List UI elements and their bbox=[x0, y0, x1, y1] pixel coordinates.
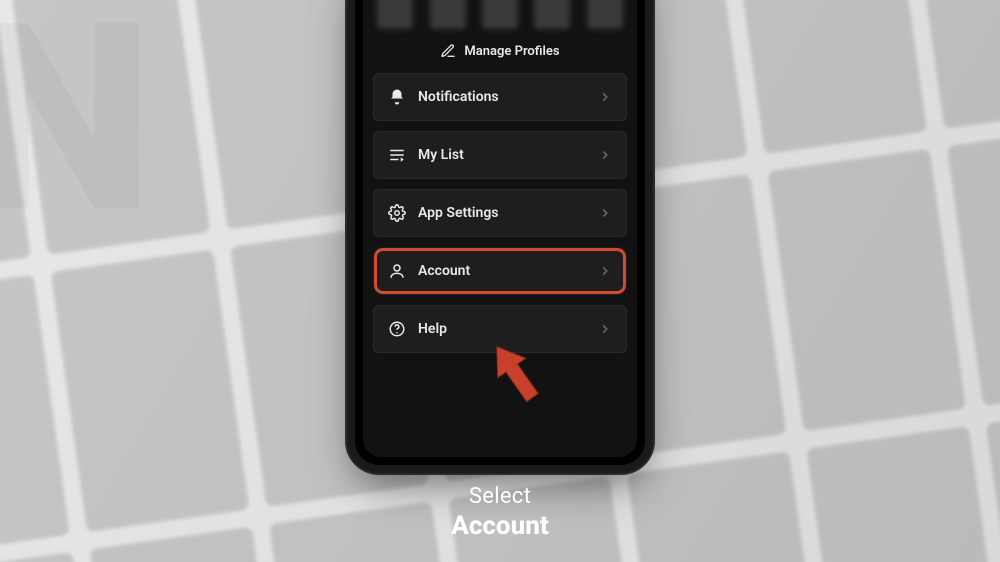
menu-item-account[interactable]: Account bbox=[373, 247, 627, 295]
manage-profiles-button[interactable]: Manage Profiles bbox=[363, 33, 637, 73]
phone-frame: Manage Profiles Notifications M bbox=[355, 0, 645, 465]
list-icon bbox=[388, 146, 406, 164]
menu-item-label: Account bbox=[418, 263, 470, 279]
menu-item-label: App Settings bbox=[418, 205, 499, 221]
chevron-right-icon bbox=[598, 148, 612, 162]
brand-n-watermark: N bbox=[0, 0, 153, 250]
menu-item-label: My List bbox=[418, 147, 464, 163]
bell-icon bbox=[388, 88, 406, 106]
tutorial-stage: N Manage Profiles Notifications bbox=[0, 0, 1000, 562]
chevron-right-icon bbox=[598, 90, 612, 104]
caption-line-1: Select bbox=[0, 484, 1000, 509]
chevron-right-icon bbox=[598, 322, 612, 336]
person-icon bbox=[388, 262, 406, 280]
phone-screen: Manage Profiles Notifications M bbox=[363, 0, 637, 457]
manage-profiles-label: Manage Profiles bbox=[464, 44, 559, 59]
menu-item-app-settings[interactable]: App Settings bbox=[373, 189, 627, 237]
profile-avatars-blurred bbox=[363, 0, 637, 33]
menu-item-my-list[interactable]: My List bbox=[373, 131, 627, 179]
chevron-right-icon bbox=[598, 206, 612, 220]
instruction-caption: Select Account bbox=[0, 484, 1000, 541]
caption-line-2: Account bbox=[0, 511, 1000, 541]
menu-item-notifications[interactable]: Notifications bbox=[373, 73, 627, 121]
help-icon bbox=[388, 320, 406, 338]
menu-item-help[interactable]: Help bbox=[373, 305, 627, 353]
menu-item-label: Help bbox=[418, 321, 447, 337]
chevron-right-icon bbox=[598, 264, 612, 278]
menu-item-label: Notifications bbox=[418, 89, 499, 105]
gear-icon bbox=[388, 204, 406, 222]
more-menu: Notifications My List bbox=[363, 73, 637, 353]
pencil-icon bbox=[440, 43, 456, 59]
